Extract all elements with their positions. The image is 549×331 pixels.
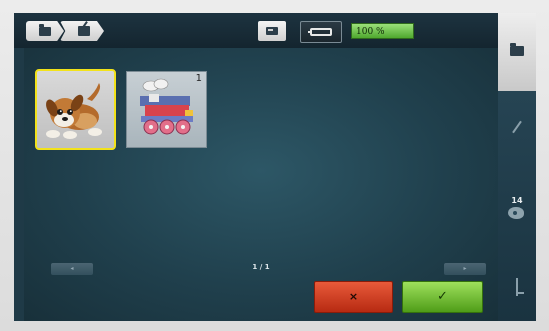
sewing-machine-icon	[266, 27, 278, 35]
confirm-button[interactable]: ✓	[402, 281, 483, 313]
zoom-indicator[interactable]: 100 %	[351, 23, 414, 39]
design-thumbnail-train[interactable]: 1	[126, 71, 207, 148]
top-bar: 100 %	[14, 13, 536, 48]
breadcrumb-folder-button[interactable]	[26, 21, 64, 41]
close-icon: ×	[348, 290, 359, 303]
design-number: 1	[195, 73, 202, 84]
touch-screen: 100 % 14 1 ◂ 1 / 1 ▸ × ✓	[14, 13, 536, 321]
checkmark-icon: ✓	[437, 289, 448, 304]
folder-icon	[510, 43, 524, 56]
puppy-design-image	[46, 83, 102, 139]
train-design-image	[140, 78, 193, 135]
color-count: 14	[511, 196, 523, 205]
embroidery-hoop-icon	[308, 28, 332, 36]
sidebar-item-folder[interactable]	[498, 13, 536, 91]
breadcrumb-export-button[interactable]	[60, 21, 104, 41]
sewing-mode-button[interactable]	[258, 21, 286, 41]
needle-icon[interactable]	[516, 278, 524, 296]
cancel-button[interactable]: ×	[314, 281, 393, 313]
export-icon	[78, 26, 90, 36]
design-thumbnail-puppy[interactable]	[35, 69, 116, 150]
next-page-button[interactable]: ▸	[444, 263, 486, 275]
color-palette-icon[interactable]	[508, 207, 524, 219]
design-browser: 1 ◂ 1 / 1 ▸ × ✓	[24, 48, 498, 321]
folder-icon	[39, 23, 51, 36]
embroidery-mode-button[interactable]	[300, 21, 342, 43]
page-indicator: 1 / 1	[252, 263, 270, 271]
